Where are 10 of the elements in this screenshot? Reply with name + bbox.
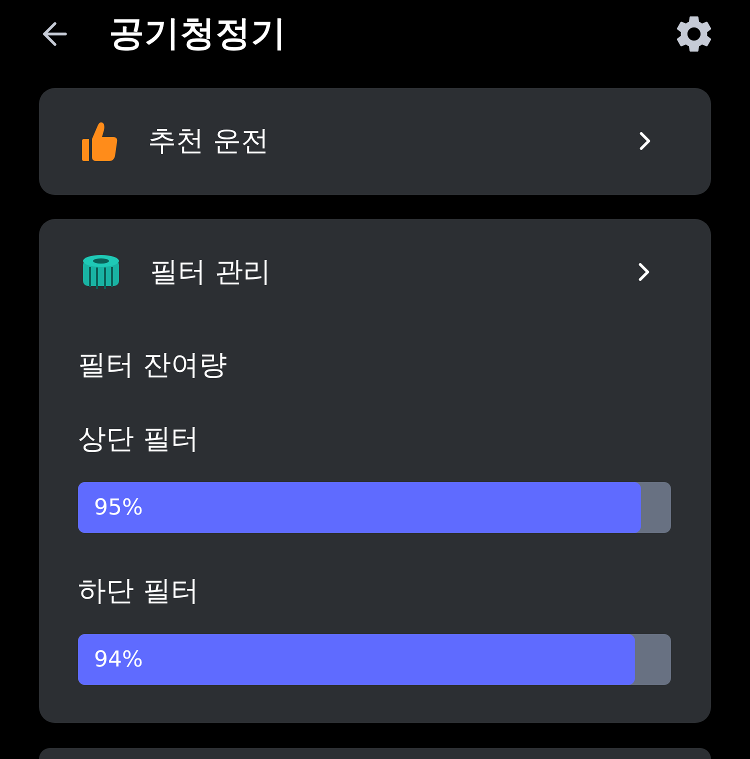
filter-name: 상단 필터 xyxy=(78,421,200,458)
filter-level-reading: 94% xyxy=(94,647,143,672)
thumbs-up-icon xyxy=(82,121,118,162)
menu-item[interactable]: 추천 운전 xyxy=(39,88,711,196)
filter-name: 하단 필터 xyxy=(78,573,200,610)
page-title: 공기청정기 xyxy=(109,13,288,56)
section-title: 필터 잔여량 xyxy=(78,347,228,384)
filter-cartridge-icon xyxy=(82,254,120,290)
filter-management-row[interactable]: 필터 관리 xyxy=(78,219,671,326)
filter-level-reading: 95% xyxy=(94,495,143,520)
